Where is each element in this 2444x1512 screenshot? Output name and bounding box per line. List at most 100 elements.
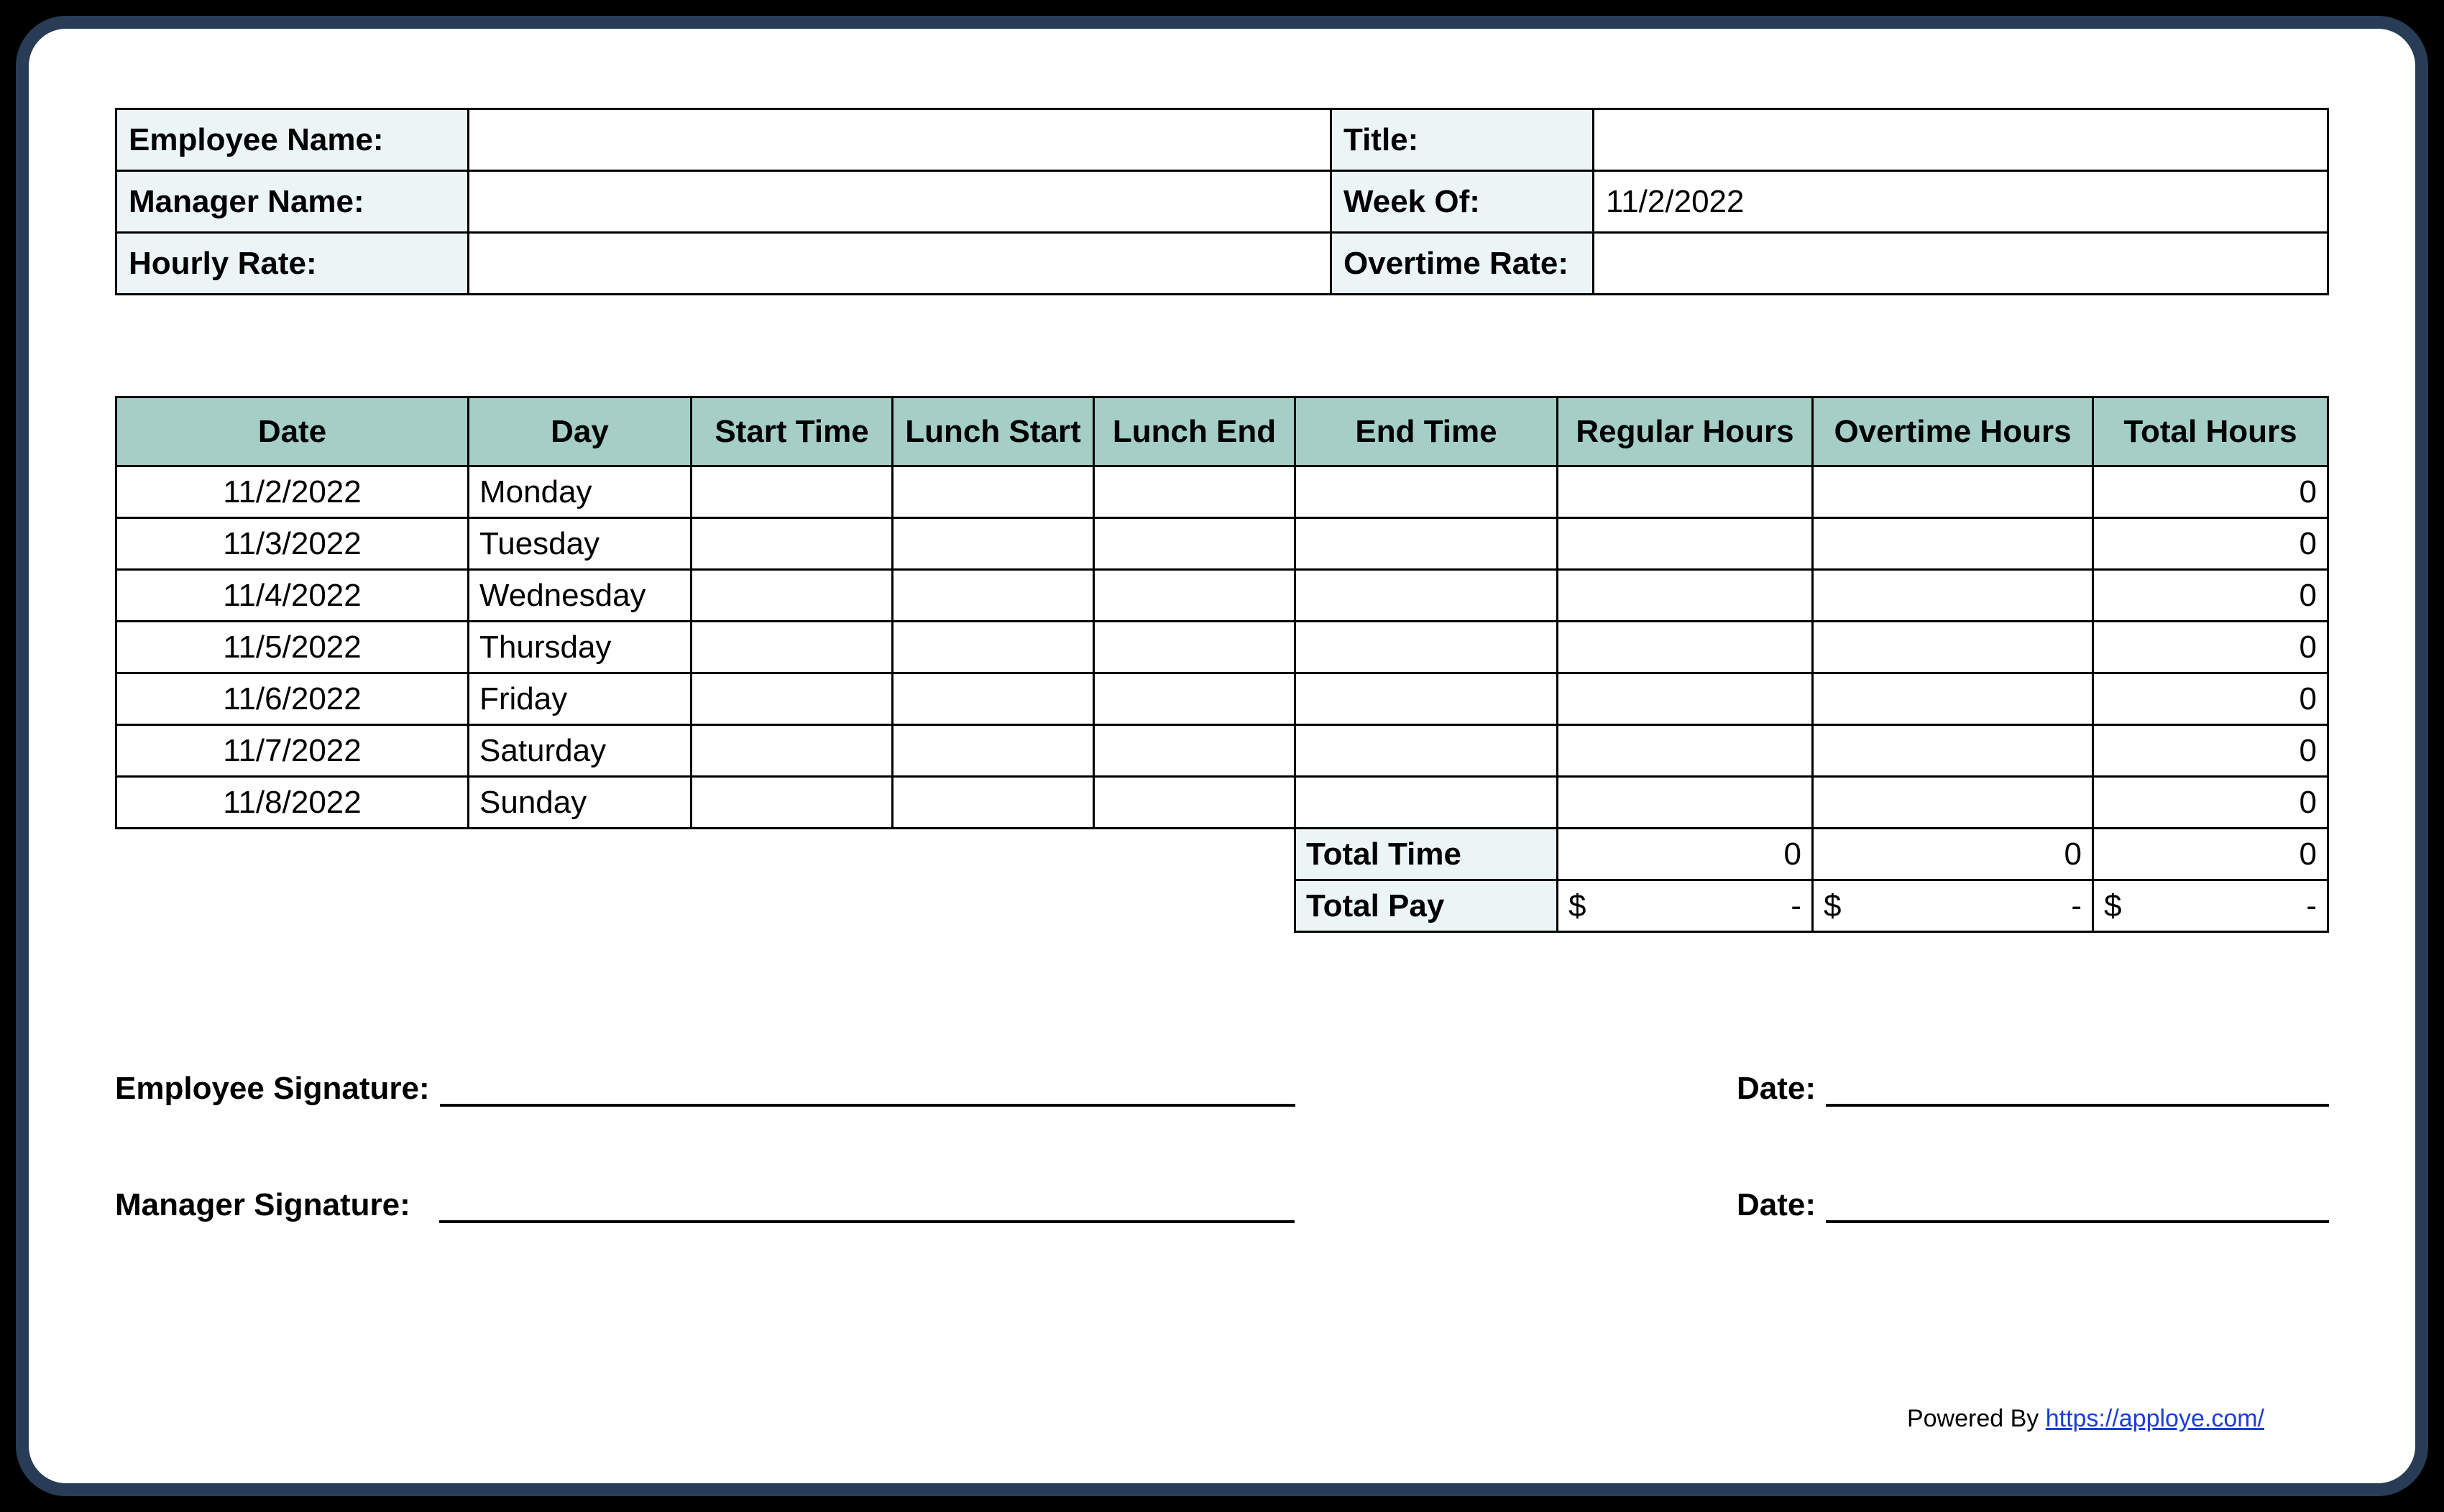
- table-row: 11/3/2022Tuesday 0: [116, 518, 2328, 570]
- total-ot-time: 0: [1813, 829, 2093, 880]
- cell-day[interactable]: Friday: [469, 673, 692, 725]
- cell-lunch-end[interactable]: [1094, 518, 1295, 570]
- cell-lunch-end[interactable]: [1094, 777, 1295, 829]
- cell-date[interactable]: 11/5/2022: [116, 622, 469, 673]
- table-row: 11/6/2022Friday 0: [116, 673, 2328, 725]
- apploye-link[interactable]: https://apploye.com/: [2046, 1405, 2264, 1432]
- cell-start[interactable]: [692, 518, 893, 570]
- cell-day[interactable]: Tuesday: [469, 518, 692, 570]
- employee-signature-label: Employee Signature:: [115, 1071, 430, 1107]
- cell-ot[interactable]: [1813, 673, 2093, 725]
- cell-lunch-end[interactable]: [1094, 673, 1295, 725]
- cell-start[interactable]: [692, 673, 893, 725]
- cell-ot[interactable]: [1813, 570, 2093, 622]
- cell-ot[interactable]: [1813, 466, 2093, 518]
- cell-date[interactable]: 11/4/2022: [116, 570, 469, 622]
- cell-lunch-end[interactable]: [1094, 622, 1295, 673]
- cell-reg[interactable]: [1558, 466, 1813, 518]
- cell-day[interactable]: Thursday: [469, 622, 692, 673]
- cell-start[interactable]: [692, 777, 893, 829]
- cell-total: 0: [2093, 518, 2328, 570]
- timesheet-table: Date Day Start Time Lunch Start Lunch En…: [115, 396, 2329, 933]
- cell-lunch-start[interactable]: [893, 777, 1094, 829]
- cell-reg[interactable]: [1558, 622, 1813, 673]
- cell-start[interactable]: [692, 570, 893, 622]
- cell-reg[interactable]: [1558, 570, 1813, 622]
- cell-lunch-start[interactable]: [893, 673, 1094, 725]
- cell-day[interactable]: Monday: [469, 466, 692, 518]
- cell-total: 0: [2093, 725, 2328, 777]
- cell-end[interactable]: [1295, 466, 1558, 518]
- table-row: 11/2/2022Monday 0: [116, 466, 2328, 518]
- cell-reg[interactable]: [1558, 725, 1813, 777]
- total-time-label: Total Time: [1295, 829, 1558, 880]
- total-ot-pay: $-: [1813, 880, 2093, 932]
- table-row: 11/4/2022Wednesday0: [116, 570, 2328, 622]
- cell-date[interactable]: 11/2/2022: [116, 466, 469, 518]
- cell-start[interactable]: [692, 466, 893, 518]
- cell-day[interactable]: Sunday: [469, 777, 692, 829]
- cell-total: 0: [2093, 622, 2328, 673]
- col-end-time: End Time: [1295, 397, 1558, 466]
- cell-day[interactable]: Wednesday: [469, 570, 692, 622]
- cell-start[interactable]: [692, 622, 893, 673]
- cell-lunch-end[interactable]: [1094, 570, 1295, 622]
- cell-lunch-start[interactable]: [893, 570, 1094, 622]
- cell-date[interactable]: 11/8/2022: [116, 777, 469, 829]
- cell-end[interactable]: [1295, 622, 1558, 673]
- cell-total: 0: [2093, 466, 2328, 518]
- manager-date-line[interactable]: [1826, 1186, 2329, 1223]
- employee-date-label: Date:: [1737, 1071, 1816, 1107]
- table-row: 11/5/2022Thursday 0: [116, 622, 2328, 673]
- cell-end[interactable]: [1295, 518, 1558, 570]
- cell-lunch-end[interactable]: [1094, 725, 1295, 777]
- cell-lunch-start[interactable]: [893, 518, 1094, 570]
- cell-end[interactable]: [1295, 725, 1558, 777]
- cell-date[interactable]: 11/7/2022: [116, 725, 469, 777]
- cell-date[interactable]: 11/3/2022: [116, 518, 469, 570]
- cell-lunch-start[interactable]: [893, 622, 1094, 673]
- cell-total: 0: [2093, 673, 2328, 725]
- title-label: Title:: [1331, 109, 1594, 171]
- cell-reg[interactable]: [1558, 777, 1813, 829]
- col-lunch-end: Lunch End: [1094, 397, 1295, 466]
- employee-name-value[interactable]: [469, 109, 1331, 171]
- cell-day[interactable]: Saturday: [469, 725, 692, 777]
- overtime-rate-value[interactable]: [1594, 233, 2328, 295]
- col-total-hours: Total Hours: [2093, 397, 2328, 466]
- manager-signature-line[interactable]: [439, 1186, 1295, 1223]
- manager-name-value[interactable]: [469, 171, 1331, 233]
- total-reg-time: 0: [1558, 829, 1813, 880]
- info-table: Employee Name: Title: Manager Name: Week…: [115, 108, 2329, 295]
- cell-end[interactable]: [1295, 673, 1558, 725]
- powered-by-text: Powered By: [1907, 1405, 2046, 1432]
- hourly-rate-value[interactable]: [469, 233, 1331, 295]
- cell-start[interactable]: [692, 725, 893, 777]
- manager-name-label: Manager Name:: [116, 171, 469, 233]
- title-value[interactable]: [1594, 109, 2328, 171]
- cell-end[interactable]: [1295, 570, 1558, 622]
- cell-reg[interactable]: [1558, 518, 1813, 570]
- cell-lunch-start[interactable]: [893, 466, 1094, 518]
- total-pay-label: Total Pay: [1295, 880, 1558, 932]
- table-row: 11/7/2022Saturday 0: [116, 725, 2328, 777]
- cell-ot[interactable]: [1813, 777, 2093, 829]
- manager-date-label: Date:: [1737, 1187, 1816, 1223]
- cell-ot[interactable]: [1813, 725, 2093, 777]
- col-lunch-start: Lunch Start: [893, 397, 1094, 466]
- week-of-value[interactable]: 11/2/2022: [1594, 171, 2328, 233]
- cell-end[interactable]: [1295, 777, 1558, 829]
- cell-date[interactable]: 11/6/2022: [116, 673, 469, 725]
- timesheet-document: Employee Name: Title: Manager Name: Week…: [16, 16, 2428, 1496]
- cell-lunch-end[interactable]: [1094, 466, 1295, 518]
- col-day: Day: [469, 397, 692, 466]
- employee-signature-line[interactable]: [440, 1069, 1295, 1107]
- cell-reg[interactable]: [1558, 673, 1813, 725]
- hourly-rate-label: Hourly Rate:: [116, 233, 469, 295]
- table-row: 11/8/2022Sunday0: [116, 777, 2328, 829]
- employee-date-line[interactable]: [1826, 1069, 2329, 1107]
- cell-ot[interactable]: [1813, 622, 2093, 673]
- total-pay: $-: [2093, 880, 2328, 932]
- cell-ot[interactable]: [1813, 518, 2093, 570]
- cell-lunch-start[interactable]: [893, 725, 1094, 777]
